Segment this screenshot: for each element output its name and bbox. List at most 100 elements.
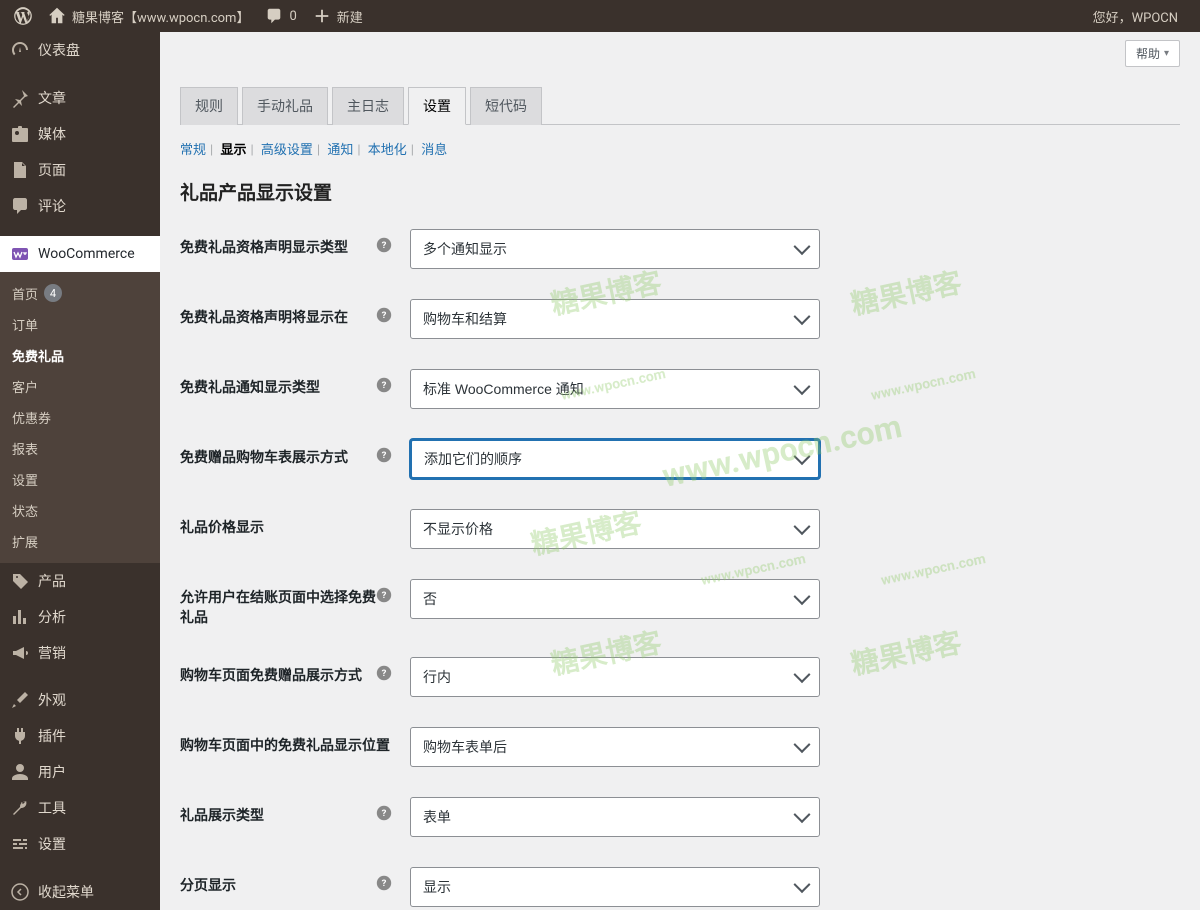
tab-rules[interactable]: 规则	[180, 87, 238, 125]
form-row: 免费礼品资格声明将显示在?购物车和结算	[180, 299, 1180, 339]
help-button[interactable]: 帮助	[1125, 40, 1180, 67]
sidebar-item-appearance[interactable]: 外观	[0, 682, 160, 718]
form-field: 购物车和结算	[410, 299, 820, 339]
help-tooltip-icon[interactable]: ?	[376, 377, 392, 397]
nav-tabs: 规则 手动礼品 主日志 设置 短代码	[180, 87, 1180, 125]
sidebar-item-posts[interactable]: 文章	[0, 80, 160, 116]
sidebar-item-analytics[interactable]: 分析	[0, 599, 160, 635]
svg-text:?: ?	[382, 240, 387, 251]
settings-form: 免费礼品资格声明显示类型?多个通知显示免费礼品资格声明将显示在?购物车和结算免费…	[180, 229, 1180, 910]
new-content-link[interactable]: 新建	[305, 0, 371, 32]
help-tooltip-icon[interactable]: ?	[376, 875, 392, 895]
tab-settings[interactable]: 设置	[408, 87, 466, 125]
submenu-item-customers[interactable]: 客户	[0, 371, 160, 402]
help-tooltip-icon[interactable]: ?	[376, 665, 392, 685]
help-tooltip-icon[interactable]: ?	[376, 805, 392, 825]
sidebar-item-pages[interactable]: 页面	[0, 152, 160, 188]
submenu-item-coupons[interactable]: 优惠券	[0, 402, 160, 433]
select-field[interactable]: 购物车和结算	[410, 299, 820, 339]
subtab-notifications[interactable]: 通知	[327, 143, 353, 158]
select-field[interactable]: 多个通知显示	[410, 229, 820, 269]
help-tooltip-icon[interactable]: ?	[376, 447, 392, 467]
wp-logo[interactable]	[6, 0, 40, 32]
select-field[interactable]: 不显示价格	[410, 509, 820, 549]
svg-text:?: ?	[382, 590, 387, 601]
user-icon	[10, 762, 30, 782]
wordpress-icon	[14, 7, 32, 25]
submenu-item-orders[interactable]: 订单	[0, 309, 160, 340]
sidebar-item-media[interactable]: 媒体	[0, 116, 160, 152]
help-tooltip-icon[interactable]: ?	[376, 237, 392, 257]
form-label: 免费礼品通知显示类型?	[180, 369, 410, 397]
form-label: 购物车页面中的免费礼品显示位置	[180, 727, 410, 755]
woocommerce-submenu: 首页4 订单 免费礼品 客户 优惠券 报表 设置 状态 扩展	[0, 272, 160, 563]
sidebar-item-tools[interactable]: 工具	[0, 790, 160, 826]
comments-link[interactable]: 0	[257, 0, 304, 32]
sidebar-item-users[interactable]: 用户	[0, 754, 160, 790]
chart-icon	[10, 607, 30, 627]
tab-shortcode[interactable]: 短代码	[470, 87, 542, 125]
select-field[interactable]: 标准 WooCommerce 通知	[410, 369, 820, 409]
form-row: 免费礼品通知显示类型?标准 WooCommerce 通知	[180, 369, 1180, 409]
home-icon	[48, 7, 66, 25]
submenu-item-extensions[interactable]: 扩展	[0, 526, 160, 557]
select-field[interactable]: 购物车表单后	[410, 727, 820, 767]
sidebar-item-dashboard[interactable]: 仪表盘	[0, 32, 160, 68]
dashboard-icon	[10, 40, 30, 60]
home-badge: 4	[44, 284, 62, 302]
form-row: 购物车页面免费赠品展示方式?行内	[180, 657, 1180, 697]
subtab-display[interactable]: 显示	[220, 143, 246, 158]
form-row: 购物车页面中的免费礼品显示位置购物车表单后	[180, 727, 1180, 767]
form-label: 礼品价格显示	[180, 509, 410, 537]
sidebar-item-products[interactable]: 产品	[0, 563, 160, 599]
form-field: 显示	[410, 867, 820, 907]
form-field: 不显示价格	[410, 509, 820, 549]
form-field: 表单	[410, 797, 820, 837]
select-field[interactable]: 行内	[410, 657, 820, 697]
sub-tabs: 常规| 显示| 高级设置| 通知| 本地化| 消息	[180, 139, 1180, 158]
select-field[interactable]: 添加它们的顺序	[410, 439, 820, 479]
subtab-general[interactable]: 常规	[180, 143, 206, 158]
form-field: 标准 WooCommerce 通知	[410, 369, 820, 409]
form-label: 购物车页面免费赠品展示方式?	[180, 657, 410, 685]
svg-text:?: ?	[382, 808, 387, 819]
select-field[interactable]: 表单	[410, 797, 820, 837]
svg-text:?: ?	[382, 380, 387, 391]
help-tooltip-icon[interactable]: ?	[376, 587, 392, 607]
tab-master-log[interactable]: 主日志	[332, 87, 404, 125]
submenu-item-reports[interactable]: 报表	[0, 433, 160, 464]
woocommerce-icon	[10, 244, 30, 264]
form-label: 免费礼品资格声明将显示在?	[180, 299, 410, 327]
sidebar-item-plugins[interactable]: 插件	[0, 718, 160, 754]
tab-manual[interactable]: 手动礼品	[242, 87, 328, 125]
select-field[interactable]: 否	[410, 579, 820, 619]
form-row: 礼品展示类型?表单	[180, 797, 1180, 837]
submenu-item-settings[interactable]: 设置	[0, 464, 160, 495]
site-title: 糖果博客【www.wpocn.com】	[72, 7, 249, 26]
form-label: 免费赠品购物车表展示方式?	[180, 439, 410, 467]
subtab-messages[interactable]: 消息	[421, 143, 447, 158]
sidebar-item-comments[interactable]: 评论	[0, 188, 160, 224]
help-tooltip-icon[interactable]: ?	[376, 307, 392, 327]
form-label: 允许用户在结账页面中选择免费礼品?	[180, 579, 410, 627]
svg-text:?: ?	[382, 450, 387, 461]
sidebar-item-settings[interactable]: 设置	[0, 826, 160, 862]
sidebar-item-collapse[interactable]: 收起菜单	[0, 874, 160, 910]
svg-text:?: ?	[382, 310, 387, 321]
form-row: 免费礼品资格声明显示类型?多个通知显示	[180, 229, 1180, 269]
subtab-advanced[interactable]: 高级设置	[261, 143, 313, 158]
sidebar-item-marketing[interactable]: 营销	[0, 635, 160, 671]
form-label: 免费礼品资格声明显示类型?	[180, 229, 410, 257]
submenu-item-free-gifts[interactable]: 免费礼品	[0, 340, 160, 371]
main-content: 帮助 规则 手动礼品 主日志 设置 短代码 常规| 显示| 高级设置| 通知| …	[160, 32, 1200, 910]
submenu-item-status[interactable]: 状态	[0, 495, 160, 526]
user-greeting[interactable]: 您好，WPOCN	[1085, 0, 1186, 32]
subtab-localization[interactable]: 本地化	[368, 143, 407, 158]
sliders-icon	[10, 834, 30, 854]
pin-icon	[10, 88, 30, 108]
select-field[interactable]: 显示	[410, 867, 820, 907]
sidebar-item-woocommerce[interactable]: WooCommerce	[0, 236, 160, 272]
submenu-item-home[interactable]: 首页4	[0, 278, 160, 309]
page-icon	[10, 160, 30, 180]
site-home-link[interactable]: 糖果博客【www.wpocn.com】	[40, 0, 257, 32]
